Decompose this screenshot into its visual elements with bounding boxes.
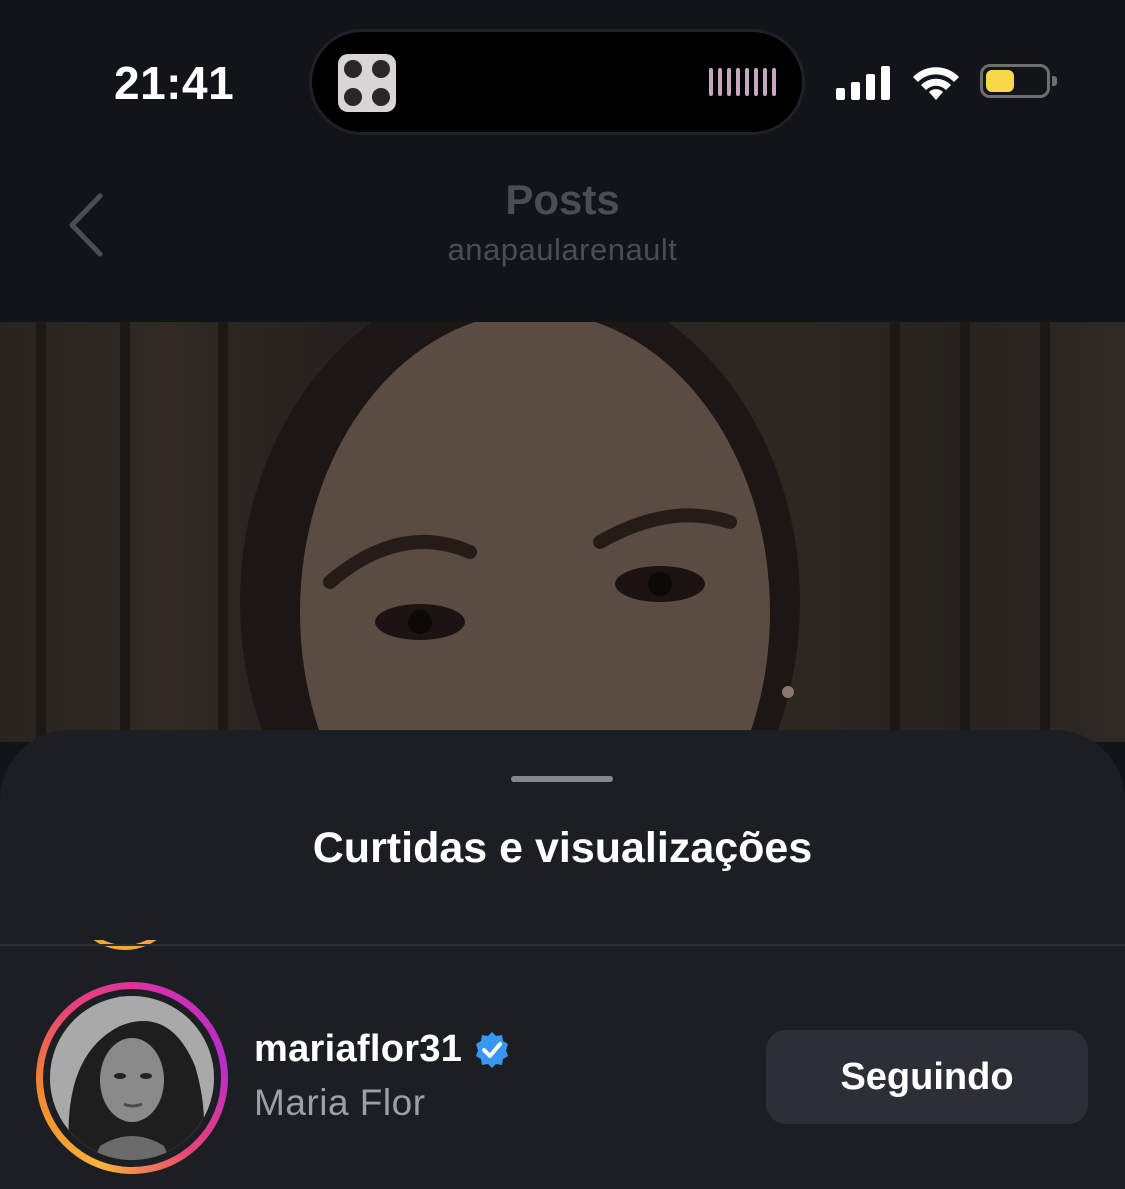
sheet-divider (0, 944, 1125, 946)
likes-bottom-sheet: Curtidas e visualizações mariaflor31 Mar… (0, 730, 1125, 1189)
dynamic-island[interactable] (312, 32, 802, 132)
page-subtitle-username[interactable]: anapaularenault (0, 232, 1125, 268)
wifi-icon (913, 67, 959, 100)
full-name: Maria Flor (254, 1082, 426, 1123)
post-photo[interactable] (0, 322, 1125, 742)
following-button[interactable]: Seguindo (766, 1030, 1088, 1124)
page-title: Posts (505, 176, 620, 223)
avatar (50, 996, 214, 1160)
list-item[interactable]: mariaflor31 Maria Flor Seguindo (0, 982, 1125, 1174)
status-time: 21:41 (114, 57, 235, 109)
story-ring[interactable] (36, 982, 228, 1174)
now-playing-artwork (338, 54, 396, 112)
username[interactable]: mariaflor31 (254, 1028, 462, 1071)
screen: 21:41 Posts anapaularenault Curtidas e v… (0, 0, 1125, 1189)
sheet-drag-handle[interactable] (511, 776, 613, 782)
audio-waveform-icon (709, 68, 776, 96)
verified-badge-icon (476, 1031, 509, 1068)
battery-icon (980, 64, 1057, 98)
sheet-title: Curtidas e visualizações (312, 824, 813, 872)
cellular-signal-icon (836, 64, 890, 100)
partial-avatar-ring (70, 940, 190, 958)
